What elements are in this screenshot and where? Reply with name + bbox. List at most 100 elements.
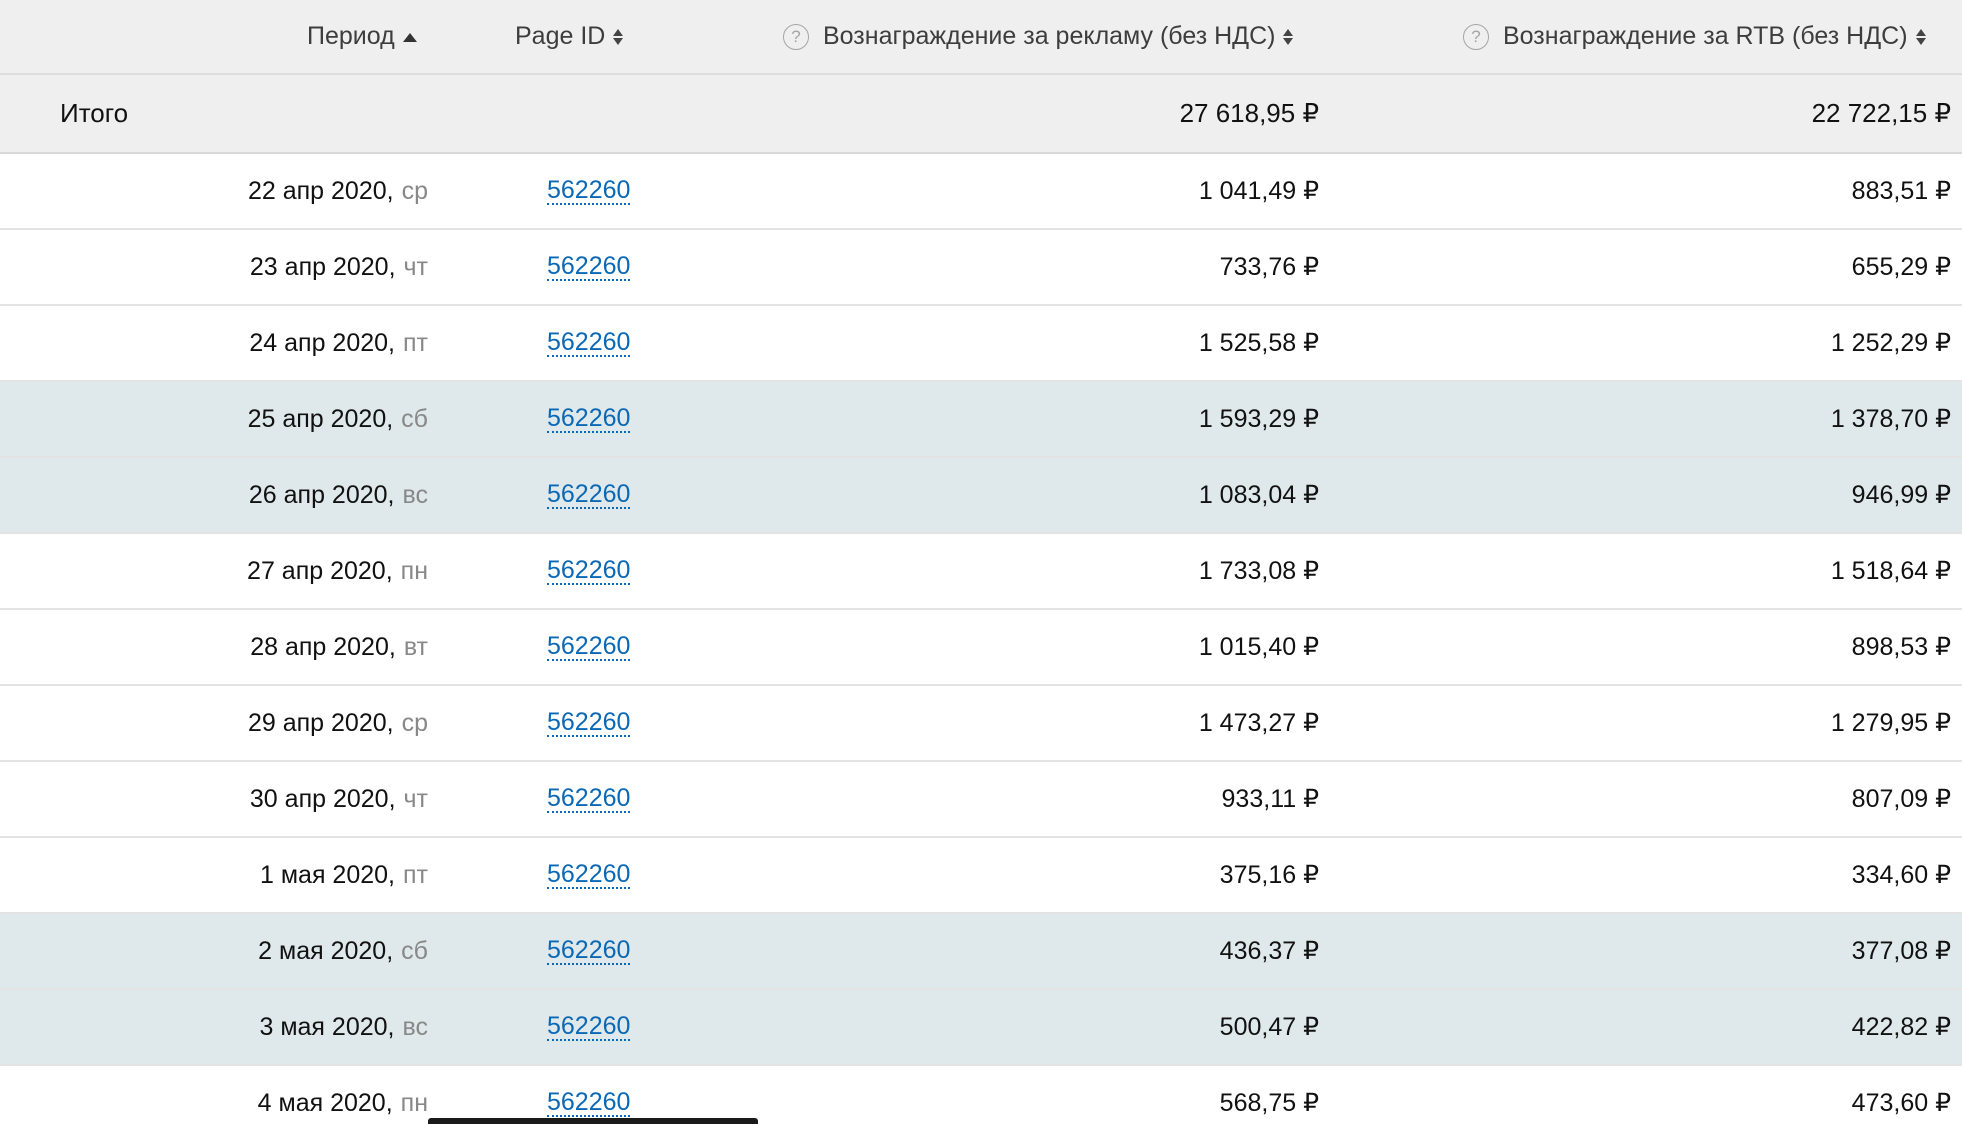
period-cell: 25 апр 2020, сб <box>248 382 428 456</box>
period-weekday: вс <box>402 1012 428 1041</box>
period-date: 23 апр 2020, <box>249 252 396 281</box>
total-row: Итого 27 618,95 ₽ 22 722,15 ₽ <box>0 75 1962 154</box>
ad-reward-cell: 1 733,08 ₽ <box>1198 557 1319 585</box>
period-date: 26 апр 2020, <box>248 480 395 509</box>
table-row: 1 мая 2020, пт 562260 375,16 ₽ 334,60 ₽ <box>0 838 1962 914</box>
table-row: 28 апр 2020, вт 562260 1 015,40 ₽ 898,53 ₽ <box>0 610 1962 686</box>
ad-reward-cell: 1 593,29 ₽ <box>1198 405 1319 433</box>
period-weekday: чт <box>403 784 428 813</box>
period-cell: 26 апр 2020, вс <box>249 458 428 532</box>
period-date: 3 мая 2020, <box>259 1012 395 1041</box>
total-ad-reward: 27 618,95 ₽ <box>1179 98 1319 128</box>
ad-reward-cell: 1 525,58 ₽ <box>1198 329 1319 357</box>
ad-reward-cell: 568,75 ₽ <box>1219 1089 1319 1117</box>
column-header-rtb-reward[interactable]: ? Вознаграждение за RTB (без НДС) <box>1463 0 1926 73</box>
sort-icon[interactable] <box>1283 28 1294 45</box>
table-row: 4 мая 2020, пн 562260 568,75 ₽ 473,60 ₽ <box>0 1066 1962 1124</box>
page-id-link[interactable]: 562260 <box>547 329 631 357</box>
period-weekday: чт <box>403 252 428 281</box>
period-cell: 30 апр 2020, чт <box>250 762 428 836</box>
period-cell: 23 апр 2020, чт <box>250 230 428 304</box>
column-header-period[interactable]: Период <box>307 0 417 73</box>
help-circle-icon[interactable]: ? <box>783 23 809 50</box>
ad-reward-cell: 1 473,27 ₽ <box>1198 709 1319 737</box>
sort-icon[interactable] <box>1915 28 1926 45</box>
page-id-cell: 562260 <box>515 306 631 380</box>
period-date: 30 апр 2020, <box>249 784 396 813</box>
page-id-cell: 562260 <box>515 1066 631 1124</box>
table-row: 27 апр 2020, пн 562260 1 733,08 ₽ 1 518,64 ₽ <box>0 534 1962 610</box>
period-weekday: ср <box>401 708 428 737</box>
period-date: 24 апр 2020, <box>249 328 395 357</box>
page-id-cell: 562260 <box>515 762 631 836</box>
page-id-link[interactable]: 562260 <box>547 633 631 661</box>
period-date: 2 мая 2020, <box>258 936 394 965</box>
period-date: 1 мая 2020, <box>260 860 395 889</box>
table-row: 23 апр 2020, чт 562260 733,76 ₽ 655,29 ₽ <box>0 230 1962 306</box>
stats-table: Период Page ID ? Вознаграждение за рекла… <box>0 0 1962 1124</box>
ad-reward-cell: 436,37 ₽ <box>1219 937 1319 965</box>
rtb-reward-cell: 1 378,70 ₽ <box>1830 405 1951 433</box>
rtb-reward-cell: 1 252,29 ₽ <box>1830 329 1951 357</box>
rtb-reward-cell: 655,29 ₽ <box>1851 253 1951 281</box>
total-label: Итого <box>60 98 129 128</box>
column-header-page-id[interactable]: Page ID <box>515 0 624 73</box>
column-header-ad-reward[interactable]: ? Вознаграждение за рекламу (без НДС) <box>783 0 1294 73</box>
page-id-link[interactable]: 562260 <box>547 709 631 737</box>
period-cell: 28 апр 2020, вт <box>250 610 428 684</box>
period-date: 28 апр 2020, <box>250 632 396 661</box>
ad-reward-cell: 1 083,04 ₽ <box>1198 481 1319 509</box>
page-id-link[interactable]: 562260 <box>547 177 631 205</box>
period-weekday: пт <box>403 860 428 889</box>
ad-reward-cell: 733,76 ₽ <box>1219 253 1319 281</box>
table-row: 2 мая 2020, сб 562260 436,37 ₽ 377,08 ₽ <box>0 914 1962 990</box>
ad-reward-cell: 375,16 ₽ <box>1219 861 1319 889</box>
period-cell: 3 мая 2020, вс <box>259 990 428 1064</box>
period-weekday: сб <box>401 404 428 433</box>
page-id-cell: 562260 <box>515 382 631 456</box>
page-id-link[interactable]: 562260 <box>547 937 631 965</box>
page-id-cell: 562260 <box>515 686 631 760</box>
help-circle-icon[interactable]: ? <box>1463 23 1489 50</box>
column-header-period-label: Период <box>307 22 395 50</box>
page-id-link[interactable]: 562260 <box>547 785 631 813</box>
sort-ascending-icon[interactable] <box>402 33 417 42</box>
total-rtb-reward: 22 722,15 ₽ <box>1811 98 1951 128</box>
page-id-link[interactable]: 562260 <box>547 861 631 889</box>
rtb-reward-cell: 334,60 ₽ <box>1851 861 1951 889</box>
column-header-rtb-reward-label: Вознаграждение за RTB (без НДС) <box>1503 22 1908 50</box>
period-weekday: пт <box>403 328 428 357</box>
page-id-link[interactable]: 562260 <box>547 405 631 433</box>
page-id-link[interactable]: 562260 <box>547 1089 631 1117</box>
table-row: 24 апр 2020, пт 562260 1 525,58 ₽ 1 252,29 ₽ <box>0 306 1962 382</box>
page-id-cell: 562260 <box>515 610 631 684</box>
ad-reward-cell: 933,11 ₽ <box>1221 785 1319 813</box>
period-cell: 29 апр 2020, ср <box>248 686 428 760</box>
rtb-reward-cell: 883,51 ₽ <box>1851 177 1951 205</box>
page-id-link[interactable]: 562260 <box>547 1013 631 1041</box>
scroll-indicator[interactable] <box>428 1118 758 1124</box>
page-id-cell: 562260 <box>515 990 631 1064</box>
rtb-reward-cell: 898,53 ₽ <box>1851 633 1951 661</box>
period-cell: 22 апр 2020, ср <box>248 154 428 228</box>
column-header-page-id-label: Page ID <box>515 22 606 50</box>
table-row: 3 мая 2020, вс 562260 500,47 ₽ 422,82 ₽ <box>0 990 1962 1066</box>
ad-reward-cell: 1 041,49 ₽ <box>1198 177 1319 205</box>
rtb-reward-cell: 473,60 ₽ <box>1851 1089 1951 1117</box>
period-weekday: пн <box>400 1088 428 1117</box>
period-weekday: пн <box>400 556 428 585</box>
table-row: 22 апр 2020, ср 562260 1 041,49 ₽ 883,51 ₽ <box>0 154 1962 230</box>
page-id-cell: 562260 <box>515 230 631 304</box>
period-date: 27 апр 2020, <box>247 556 393 585</box>
page-id-link[interactable]: 562260 <box>547 481 631 509</box>
page-id-cell: 562260 <box>515 154 631 228</box>
period-weekday: сб <box>401 936 428 965</box>
page-id-link[interactable]: 562260 <box>547 253 631 281</box>
rtb-reward-cell: 1 279,95 ₽ <box>1830 709 1951 737</box>
period-cell: 2 мая 2020, сб <box>258 914 428 988</box>
period-date: 4 мая 2020, <box>257 1088 393 1117</box>
page-id-link[interactable]: 562260 <box>547 557 631 585</box>
sort-icon[interactable] <box>613 28 624 45</box>
table-header: Период Page ID ? Вознаграждение за рекла… <box>0 0 1962 75</box>
rtb-reward-cell: 377,08 ₽ <box>1851 937 1951 965</box>
